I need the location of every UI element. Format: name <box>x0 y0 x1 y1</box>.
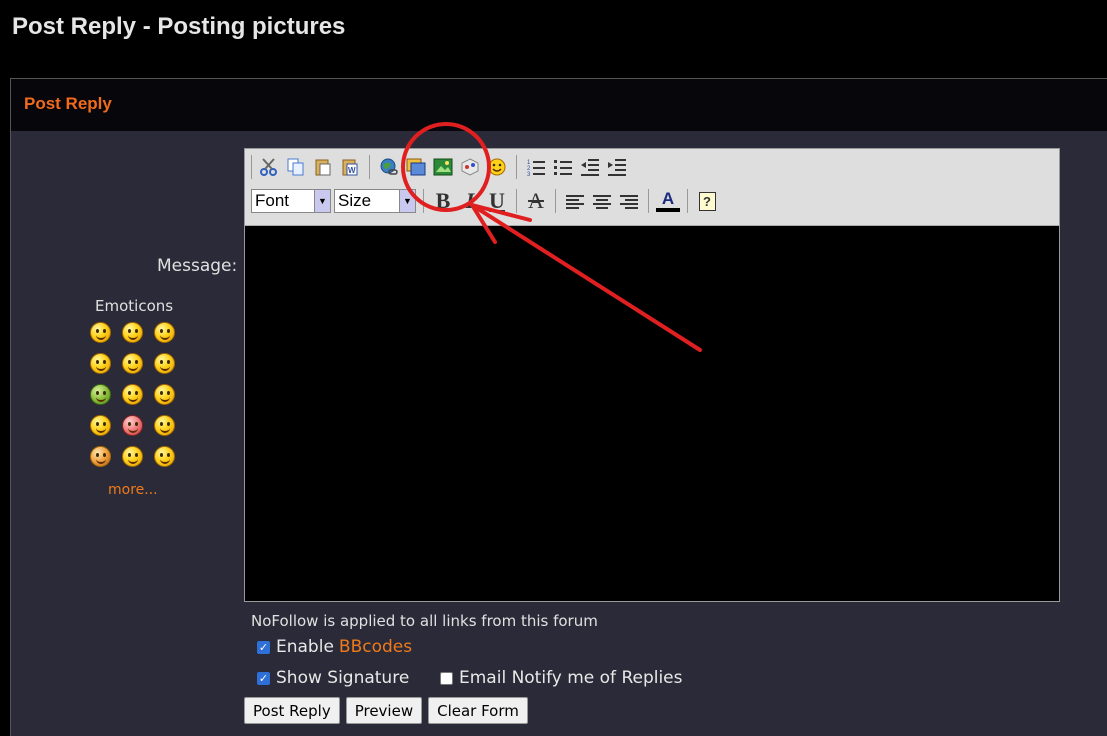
emoticon-thinking-icon[interactable] <box>154 384 175 405</box>
size-select[interactable]: Size ▼ <box>334 189 416 213</box>
show-signature-option: ✓ Show Signature <box>257 668 409 688</box>
insert-emoticon-icon[interactable] <box>485 155 509 179</box>
show-signature-checkbox[interactable]: ✓ <box>257 671 270 685</box>
toolbar-separator <box>423 189 424 213</box>
more-emoticons-link[interactable]: more... <box>108 482 158 498</box>
emoticon-angry-icon[interactable] <box>122 415 143 436</box>
emoticon-star-icon[interactable] <box>90 446 111 467</box>
insert-object-icon[interactable] <box>458 155 482 179</box>
toolbar-separator <box>516 189 517 213</box>
email-notify-label: Email Notify me of Replies <box>459 668 683 688</box>
ordered-list-icon[interactable]: 123 <box>524 155 548 179</box>
toolbar-separator <box>648 189 649 213</box>
emoticon-confused-icon[interactable] <box>90 353 111 374</box>
align-left-icon[interactable] <box>563 189 587 213</box>
toolbar-separator <box>687 189 688 213</box>
help-glyph: ? <box>698 191 716 211</box>
enable-bbcodes-checkbox[interactable]: ✓ <box>257 640 270 654</box>
message-editor: W 1 2 3 Font ▼ Size ▼ B I U A A ? <box>244 148 1060 602</box>
post-reply-button[interactable]: Post Reply <box>244 697 340 724</box>
copy-icon[interactable] <box>284 155 308 179</box>
preview-button[interactable]: Preview <box>345 697 423 724</box>
toolbar-row-1: W 1 2 3 <box>251 152 629 182</box>
align-right-icon[interactable] <box>617 189 641 213</box>
toolbar-separator <box>555 189 556 213</box>
panel-header-title: Post Reply <box>24 94 112 113</box>
paste-icon[interactable] <box>311 155 335 179</box>
enable-bbcodes-label: Enable <box>276 637 334 657</box>
insert-link-icon[interactable] <box>377 155 401 179</box>
svg-text:W: W <box>348 166 356 175</box>
emoticon-smile-icon[interactable] <box>90 322 111 343</box>
italic-icon[interactable]: I <box>458 188 482 213</box>
unordered-list-icon[interactable] <box>551 155 575 179</box>
message-label: Message: <box>157 256 238 276</box>
paste-word-icon[interactable]: W <box>338 155 362 179</box>
toolbar-row-2: Font ▼ Size ▼ B I U A A ? <box>251 186 719 216</box>
chevron-down-icon: ▼ <box>314 190 330 212</box>
show-signature-label: Show Signature <box>276 668 410 688</box>
upload-image-icon[interactable] <box>431 155 455 179</box>
size-select-value: Size <box>338 191 372 210</box>
email-notify-option: Email Notify me of Replies <box>440 668 683 688</box>
panel-body: Message: Emoticons more... W 1 2 3 Font … <box>11 131 1107 736</box>
toolbar-separator <box>516 155 517 179</box>
emoticon-shocked-icon[interactable] <box>122 446 143 467</box>
outdent-icon[interactable] <box>578 155 602 179</box>
emoticon-laugh-icon[interactable] <box>122 353 143 374</box>
chevron-down-icon: ▼ <box>399 190 415 212</box>
toolbar-separator <box>369 155 370 179</box>
emoticon-sad-icon[interactable] <box>154 415 175 436</box>
post-reply-panel: Post Reply Message: Emoticons more... W … <box>10 78 1107 736</box>
strikethrough-icon[interactable]: A <box>524 188 548 213</box>
indent-icon[interactable] <box>605 155 629 179</box>
enable-bbcodes-option: ✓ Enable BBcodes <box>257 637 412 657</box>
message-textarea[interactable] <box>245 226 1059 601</box>
emoticon-sleepy-icon[interactable] <box>154 446 175 467</box>
page-title: Post Reply - Posting pictures <box>12 13 346 40</box>
emoticon-wink-icon[interactable] <box>154 322 175 343</box>
insert-image-icon[interactable] <box>404 155 428 179</box>
font-select-value: Font <box>255 191 290 210</box>
underline-icon[interactable]: U <box>485 188 509 213</box>
bbcodes-link[interactable]: BBcodes <box>339 637 412 657</box>
emoticons-title: Emoticons <box>95 297 174 315</box>
nofollow-note: NoFollow is applied to all links from th… <box>251 612 598 630</box>
emoticon-tongue-icon[interactable] <box>122 322 143 343</box>
emoticons-grid <box>90 322 186 467</box>
cut-icon[interactable] <box>257 155 281 179</box>
email-notify-checkbox[interactable] <box>440 671 453 685</box>
editor-toolbar: W 1 2 3 Font ▼ Size ▼ B I U A A ? <box>245 149 1059 226</box>
emoticon-dizzy-icon[interactable] <box>122 384 143 405</box>
svg-text:3: 3 <box>527 172 531 177</box>
emoticon-cry-icon[interactable] <box>90 415 111 436</box>
panel-header: Post Reply <box>11 79 1107 131</box>
form-buttons: Post Reply Preview Clear Form <box>244 697 528 724</box>
clear-form-button[interactable]: Clear Form <box>428 697 528 724</box>
emoticon-sick-icon[interactable] <box>90 384 111 405</box>
font-color-icon[interactable]: A <box>656 189 680 212</box>
bold-icon[interactable]: B <box>431 188 455 213</box>
font-select[interactable]: Font ▼ <box>251 189 331 213</box>
toolbar-separator <box>251 155 252 179</box>
help-icon[interactable]: ? <box>695 189 719 213</box>
emoticon-shy-icon[interactable] <box>154 353 175 374</box>
align-center-icon[interactable] <box>590 189 614 213</box>
